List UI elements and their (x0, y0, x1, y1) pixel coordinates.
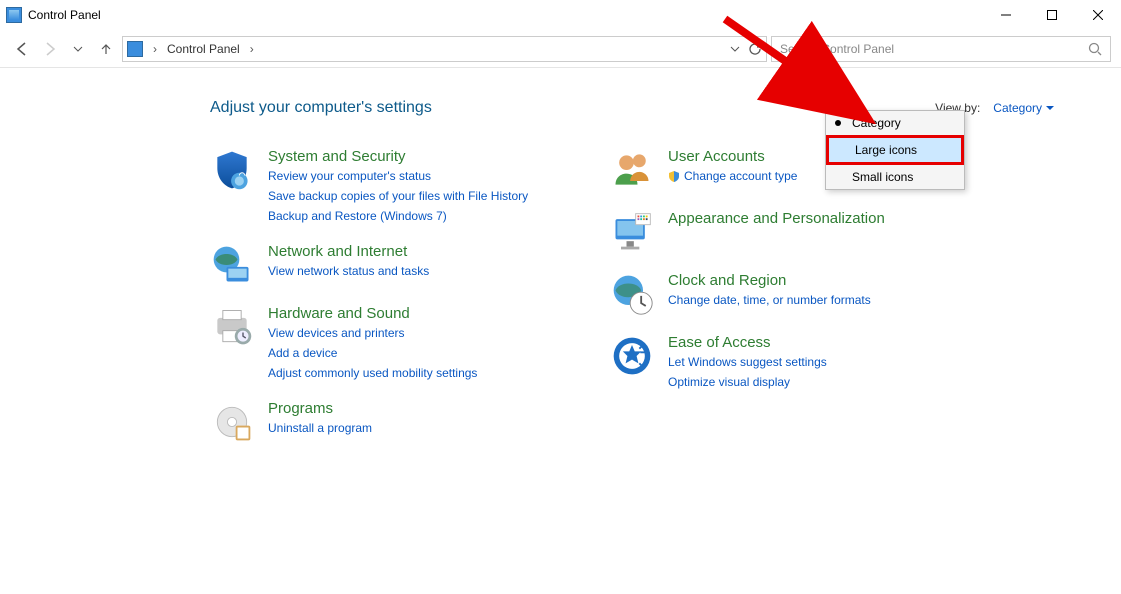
search-input[interactable]: Search Control Panel (771, 36, 1111, 62)
category-link[interactable]: Optimize visual display (668, 373, 827, 391)
up-button[interactable] (94, 37, 118, 61)
view-by-current: Category (993, 101, 1042, 115)
category-column-right: User Accounts Change account type Appear… (610, 148, 950, 444)
page-title: Adjust your computer's settings (210, 99, 432, 117)
category-link[interactable]: Uninstall a program (268, 419, 372, 437)
minimize-button[interactable] (983, 0, 1029, 30)
category-title[interactable]: Hardware and Sound (268, 305, 477, 322)
shield-icon (210, 148, 254, 192)
view-by-dropdown[interactable]: Category (986, 98, 1061, 118)
chevron-right-icon[interactable]: › (149, 42, 161, 56)
category-link[interactable]: Change date, time, or number formats (668, 291, 871, 309)
category-network-internet: Network and Internet View network status… (210, 243, 550, 287)
ease-of-access-icon (610, 334, 654, 378)
clock-globe-icon (610, 272, 654, 316)
category-title[interactable]: Network and Internet (268, 243, 429, 260)
category-link[interactable]: View network status and tasks (268, 262, 429, 280)
category-hardware-sound: Hardware and Sound View devices and prin… (210, 305, 550, 382)
category-title[interactable]: Programs (268, 400, 372, 417)
category-link[interactable]: Review your computer's status (268, 167, 528, 185)
printer-icon (210, 305, 254, 349)
control-panel-icon (127, 41, 143, 57)
category-link[interactable]: Let Windows suggest settings (668, 353, 827, 371)
view-by-option-category[interactable]: Category (826, 111, 964, 135)
forward-button[interactable] (38, 37, 62, 61)
window-title: Control Panel (28, 8, 101, 22)
view-by-option-small-icons[interactable]: Small icons (826, 165, 964, 189)
close-button[interactable] (1075, 0, 1121, 30)
category-title[interactable]: System and Security (268, 148, 528, 165)
category-title[interactable]: Ease of Access (668, 334, 827, 351)
category-ease-of-access: Ease of Access Let Windows suggest setti… (610, 334, 950, 391)
category-link[interactable]: Save backup copies of your files with Fi… (268, 187, 528, 205)
category-link[interactable]: Adjust commonly used mobility settings (268, 364, 477, 382)
titlebar: Control Panel (0, 0, 1121, 30)
category-system-security: System and Security Review your computer… (210, 148, 550, 225)
programs-icon (210, 400, 254, 444)
monitor-icon (610, 210, 654, 254)
chevron-right-icon[interactable]: › (246, 42, 258, 56)
view-by-menu: Category Large icons Small icons (825, 110, 965, 190)
category-link[interactable]: Change account type (668, 167, 797, 185)
category-clock-region: Clock and Region Change date, time, or n… (610, 272, 950, 316)
control-panel-icon (6, 7, 22, 23)
recent-dropdown[interactable] (66, 37, 90, 61)
category-link[interactable]: View devices and printers (268, 324, 477, 342)
chevron-down-icon (1046, 104, 1054, 112)
category-link[interactable]: Backup and Restore (Windows 7) (268, 207, 528, 225)
category-link[interactable]: Add a device (268, 344, 477, 362)
chevron-down-icon[interactable] (730, 44, 740, 54)
category-link-text: Change account type (684, 167, 797, 185)
refresh-icon[interactable] (748, 42, 762, 56)
maximize-button[interactable] (1029, 0, 1075, 30)
search-icon (1088, 42, 1102, 56)
navbar: › Control Panel › Search Control Panel (0, 30, 1121, 68)
category-appearance-personalization: Appearance and Personalization (610, 210, 950, 254)
search-placeholder: Search Control Panel (780, 42, 894, 56)
globe-icon (210, 243, 254, 287)
users-icon (610, 148, 654, 192)
category-title[interactable]: User Accounts (668, 148, 797, 165)
uac-shield-icon (668, 170, 680, 182)
breadcrumb-root[interactable]: Control Panel (167, 42, 240, 56)
view-by-option-large-icons[interactable]: Large icons (826, 135, 964, 165)
category-title[interactable]: Appearance and Personalization (668, 210, 885, 227)
category-column-left: System and Security Review your computer… (210, 148, 550, 444)
address-bar[interactable]: › Control Panel › (122, 36, 767, 62)
category-programs: Programs Uninstall a program (210, 400, 550, 444)
category-title[interactable]: Clock and Region (668, 272, 871, 289)
back-button[interactable] (10, 37, 34, 61)
